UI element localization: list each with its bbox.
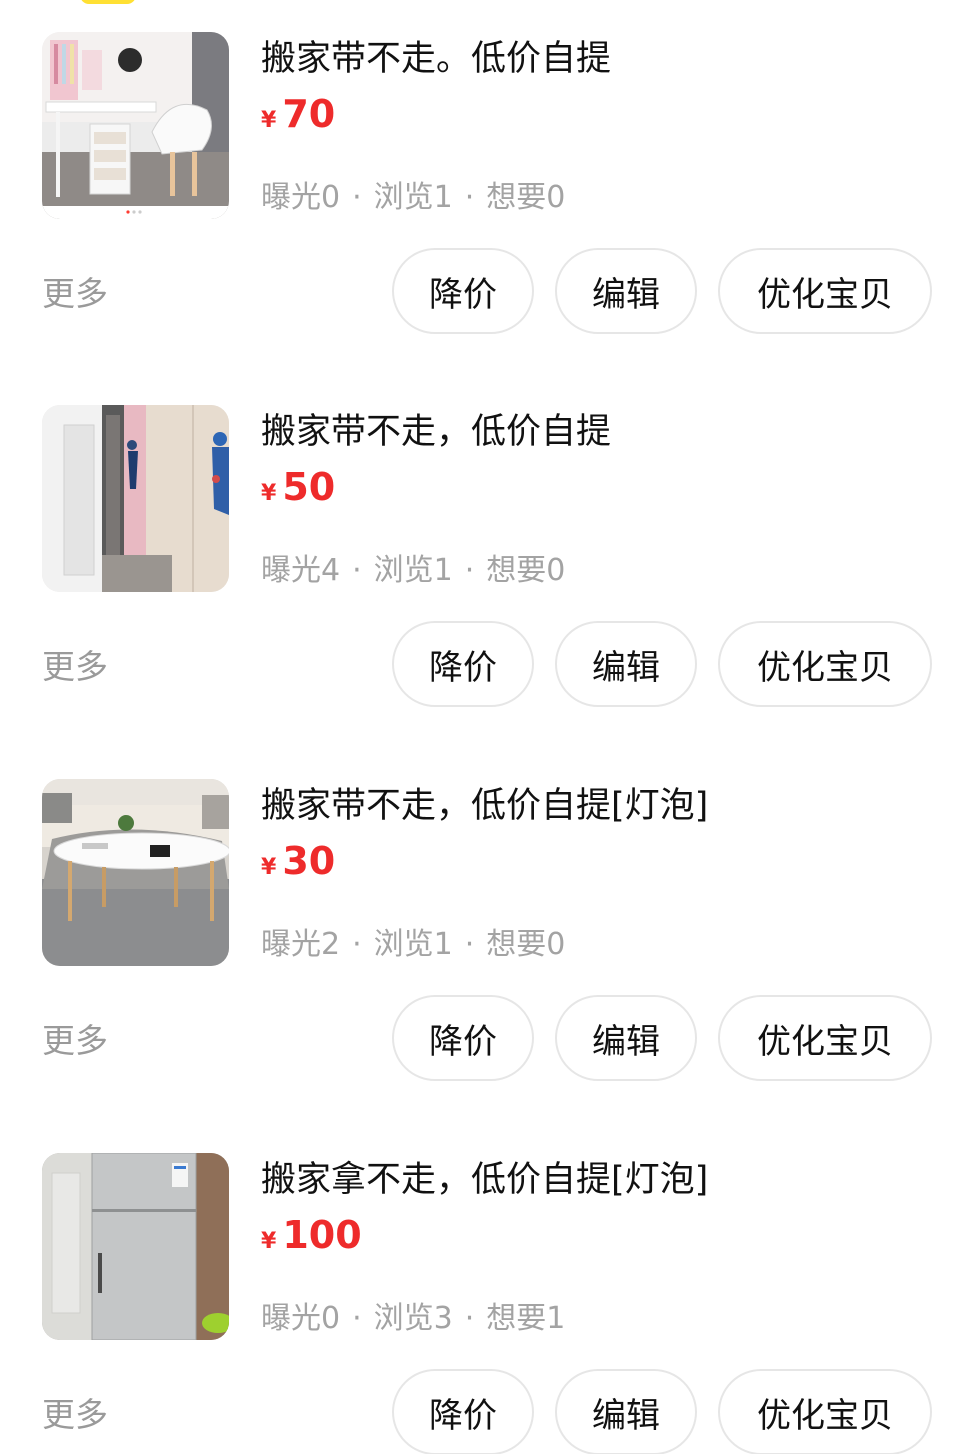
listing-price: ¥50 <box>261 465 335 509</box>
listing-price: ¥70 <box>261 92 335 136</box>
stats-separator: · <box>352 180 362 215</box>
currency-symbol: ¥ <box>261 855 277 880</box>
view-count: 浏览3 <box>373 1301 453 1336</box>
stats-separator: · <box>464 553 475 588</box>
currency-symbol: ¥ <box>261 1229 277 1254</box>
reduce-price-button[interactable]: 降价 <box>392 995 534 1081</box>
optimize-listing-button[interactable]: 优化宝贝 <box>718 1369 932 1454</box>
edit-button[interactable]: 编辑 <box>555 1369 697 1454</box>
door-mirror-photo <box>42 405 229 592</box>
top-indicator <box>80 0 136 4</box>
optimize-listing-button[interactable]: 优化宝贝 <box>718 248 932 334</box>
price-amount: 100 <box>282 1213 362 1257</box>
listing-stats: 曝光2 · 浏览1 · 想要0 <box>261 925 565 965</box>
exposure-count: 曝光2 <box>261 927 341 962</box>
listing-price: ¥30 <box>261 839 335 883</box>
stats-separator: · <box>352 553 362 588</box>
want-count: 想要1 <box>486 1301 566 1336</box>
coffee-table-photo <box>42 779 229 966</box>
listing-item[interactable]: 搬家带不走。低价自提 ¥70 曝光0 · 浏览1 · 想要0 更多 降价 编辑 优化宝贝 <box>0 32 974 405</box>
view-count: 浏览1 <box>373 180 453 215</box>
listing-price: ¥100 <box>261 1213 362 1257</box>
price-amount: 30 <box>282 839 336 883</box>
edit-button[interactable]: 编辑 <box>555 621 697 707</box>
currency-symbol: ¥ <box>261 108 277 133</box>
listing-title[interactable]: 搬家带不走。低价自提 <box>261 38 611 80</box>
listing-title[interactable]: 搬家带不走，低价自提 <box>261 411 611 453</box>
listing-stats: 曝光0 · 浏览1 · 想要0 <box>261 178 565 218</box>
edit-button[interactable]: 编辑 <box>555 995 697 1081</box>
want-count: 想要0 <box>486 553 566 588</box>
more-button[interactable]: 更多 <box>42 1019 108 1063</box>
reduce-price-button[interactable]: 降价 <box>392 621 534 707</box>
more-button[interactable]: 更多 <box>42 272 108 316</box>
product-thumbnail[interactable] <box>42 32 229 219</box>
my-listings-page: 搬家带不走。低价自提 ¥70 曝光0 · 浏览1 · 想要0 更多 降价 编辑 优化宝贝 <box>0 0 974 1454</box>
reduce-price-button[interactable]: 降价 <box>392 1369 534 1454</box>
exposure-count: 曝光0 <box>261 180 341 215</box>
product-thumbnail[interactable] <box>42 1153 229 1340</box>
more-button[interactable]: 更多 <box>42 645 108 689</box>
price-amount: 70 <box>282 92 336 136</box>
product-thumbnail[interactable] <box>42 779 229 966</box>
stats-separator: · <box>464 1301 475 1336</box>
optimize-listing-button[interactable]: 优化宝贝 <box>718 995 932 1081</box>
stats-separator: · <box>464 927 475 962</box>
product-thumbnail[interactable] <box>42 405 229 592</box>
view-count: 浏览1 <box>373 553 453 588</box>
refrigerator-photo <box>42 1153 229 1340</box>
exposure-count: 曝光4 <box>261 553 341 588</box>
listing-item[interactable]: 搬家带不走，低价自提[灯泡] ¥30 曝光2 · 浏览1 · 想要0 更多 降价 编辑 … <box>0 779 974 1152</box>
edit-button[interactable]: 编辑 <box>555 248 697 334</box>
listing-item[interactable]: 搬家带不走，低价自提 ¥50 曝光4 · 浏览1 · 想要0 更多 降价 编辑 优化宝贝 <box>0 405 974 778</box>
stats-separator: · <box>464 180 475 215</box>
optimize-listing-button[interactable]: 优化宝贝 <box>718 621 932 707</box>
listing-stats: 曝光4 · 浏览1 · 想要0 <box>261 551 565 591</box>
exposure-count: 曝光0 <box>261 1301 341 1336</box>
want-count: 想要0 <box>486 927 566 962</box>
reduce-price-button[interactable]: 降价 <box>392 248 534 334</box>
want-count: 想要0 <box>486 180 566 215</box>
listing-stats: 曝光0 · 浏览3 · 想要1 <box>261 1299 565 1339</box>
view-count: 浏览1 <box>373 927 453 962</box>
more-button[interactable]: 更多 <box>42 1393 108 1437</box>
stats-separator: · <box>352 927 362 962</box>
desk-chair-photo <box>42 32 229 219</box>
listing-title[interactable]: 搬家带不走，低价自提[灯泡] <box>261 785 708 827</box>
listing-item[interactable]: 搬家拿不走，低价自提[灯泡] ¥100 曝光0 · 浏览3 · 想要1 更多 降价 编辑… <box>0 1153 974 1454</box>
listing-title[interactable]: 搬家拿不走，低价自提[灯泡] <box>261 1159 708 1201</box>
currency-symbol: ¥ <box>261 481 277 506</box>
stats-separator: · <box>352 1301 362 1336</box>
price-amount: 50 <box>282 465 336 509</box>
